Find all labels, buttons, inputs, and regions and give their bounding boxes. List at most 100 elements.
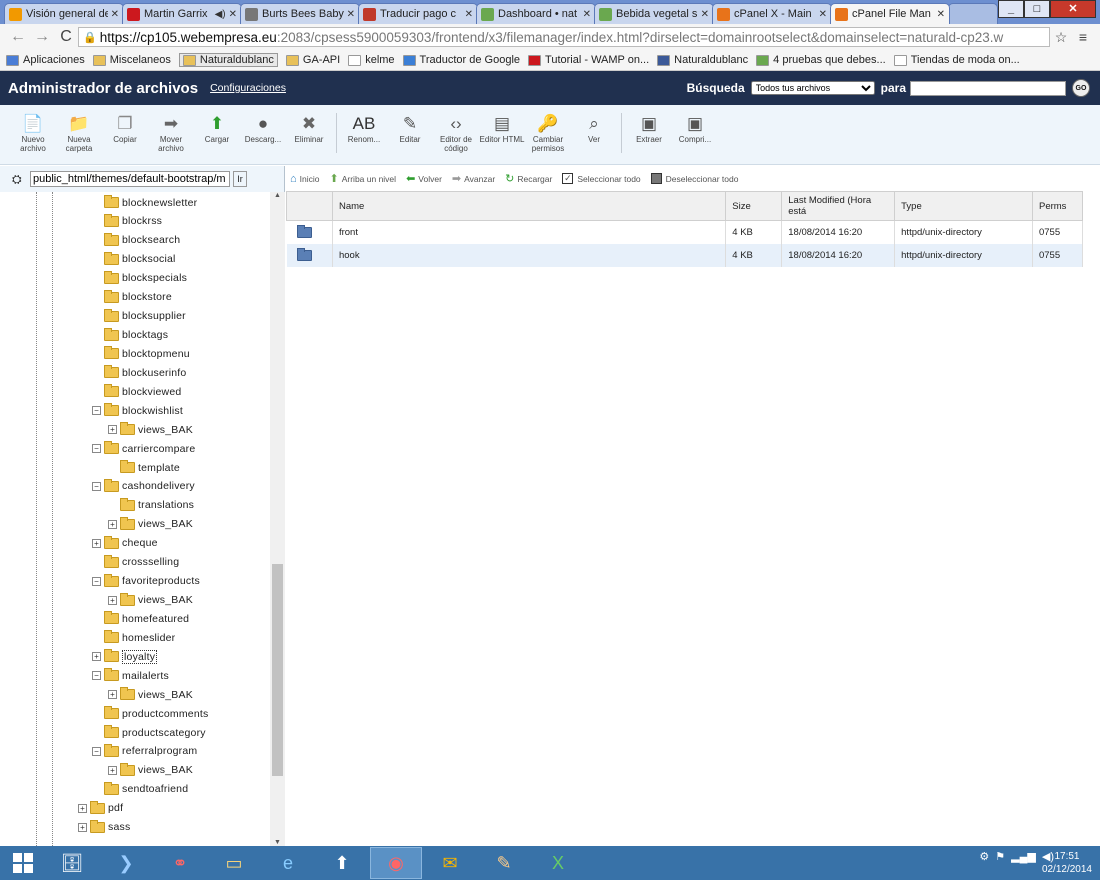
bookmark-item[interactable]: Tutorial - WAMP on... xyxy=(528,54,649,66)
upload-button[interactable]: ⬆ Cargar xyxy=(194,113,240,145)
url-field[interactable]: 🔒 https://cp105.webempresa.eu :2083/cpse… xyxy=(78,27,1050,47)
minimize-button[interactable]: _ xyxy=(998,0,1024,18)
tree-folder-item[interactable]: crossselling xyxy=(92,553,179,572)
recargar-button[interactable]: ↻ Recargar xyxy=(505,172,552,185)
tree-folder-item[interactable]: − favoriteproducts xyxy=(92,572,200,591)
app-taskbar-icon[interactable]: ⚭ xyxy=(154,847,206,879)
bookmark-item[interactable]: Miscelaneos xyxy=(92,54,171,66)
view-button[interactable]: ⌕ Ver xyxy=(571,113,617,145)
star-icon[interactable]: ☆ xyxy=(1050,29,1072,46)
tree-folder-item[interactable]: template xyxy=(108,458,180,477)
maximize-button[interactable]: □ xyxy=(1024,0,1050,18)
tree-folder-item[interactable]: homefeatured xyxy=(92,609,189,628)
system-clock[interactable]: 17:51 02/12/2014 xyxy=(1042,850,1092,876)
back-icon[interactable]: ← xyxy=(6,28,30,46)
close-tab-icon[interactable]: ✕ xyxy=(111,9,119,20)
extract-button[interactable]: ▣ Extraer xyxy=(626,113,672,145)
table-row[interactable]: front 4 KB 18/08/2014 16:20 httpd/unix-dire… xyxy=(286,220,1084,244)
tree-folder-item[interactable]: blockrss xyxy=(92,212,162,231)
audio-icon[interactable]: ◀) xyxy=(215,9,226,20)
bookmark-item[interactable]: GA-API xyxy=(285,54,340,66)
tree-folder-item[interactable]: blocksocial xyxy=(92,250,176,269)
internet-explorer-taskbar-icon[interactable]: e xyxy=(262,847,314,879)
tree-scrollbar[interactable]: ▲ ▼ xyxy=(270,192,285,846)
column-header[interactable]: Size xyxy=(725,191,783,221)
file-explorer-taskbar-icon[interactable]: 🗄 xyxy=(46,847,98,879)
chrome-taskbar-icon[interactable]: ◉ xyxy=(370,847,422,879)
edit-button[interactable]: ✎ Editar xyxy=(387,113,433,145)
arriba-un-nivel-button[interactable]: ⬆ Arriba un nivel xyxy=(330,172,397,185)
column-header[interactable]: Last Modified (Hora está xyxy=(781,191,896,221)
rocket-taskbar-icon[interactable]: ⬆ xyxy=(316,847,368,879)
deselect-all-button[interactable]: Deseleccionar todo xyxy=(650,173,738,184)
scroll-down-icon[interactable]: ▼ xyxy=(270,839,285,846)
tree-folder-item[interactable]: + pdf xyxy=(78,799,123,818)
tree-folder-item[interactable]: + views_BAK xyxy=(108,761,193,780)
close-tab-icon[interactable]: ✕ xyxy=(347,9,355,20)
bookmark-item[interactable]: 4 pruebas que debes... xyxy=(756,54,886,66)
scroll-up-icon[interactable]: ▲ xyxy=(270,192,285,199)
search-scope-select[interactable]: Todos tus archivos xyxy=(750,81,875,95)
volver-button[interactable]: ⬅ Volver xyxy=(406,172,442,185)
flag-icon[interactable]: ⚑ xyxy=(995,850,1005,863)
tree-folder-item[interactable]: − blockwishlist xyxy=(92,401,183,420)
tree-folder-item[interactable]: blocksearch xyxy=(92,231,180,250)
expand-icon[interactable]: + xyxy=(92,538,101,548)
expand-icon[interactable]: + xyxy=(108,765,117,775)
collapse-icon[interactable]: − xyxy=(92,444,101,454)
select-all-button[interactable]: ✓ Seleccionar todo xyxy=(562,173,641,184)
tree-folder-item[interactable]: + views_BAK xyxy=(108,515,193,534)
expand-icon[interactable]: + xyxy=(108,690,117,700)
tree-folder-item[interactable]: blockstore xyxy=(92,288,172,307)
folder-taskbar-icon[interactable]: ▭ xyxy=(208,847,260,879)
bookmark-item[interactable]: Aplicaciones xyxy=(6,54,85,66)
copy-button[interactable]: ❐ Copiar xyxy=(102,113,148,145)
column-header[interactable]: Perms xyxy=(1031,191,1084,221)
browser-tab[interactable]: Bebida vegetal s ✕ xyxy=(594,3,714,24)
tree-folder-item[interactable]: + cheque xyxy=(92,534,158,553)
tree-folder-item[interactable]: + views_BAK xyxy=(108,685,193,704)
network-icon[interactable]: ▂▄▆ xyxy=(1011,850,1036,863)
paint-taskbar-icon[interactable]: ✎ xyxy=(478,847,530,879)
new-file-button[interactable]: 📄 Nuevo archivo xyxy=(10,113,56,154)
reload-icon[interactable]: C xyxy=(54,28,78,46)
permissions-button[interactable]: 🔑 Cambiar permisos xyxy=(525,113,571,154)
tree-folder-item[interactable]: blocktags xyxy=(92,326,168,345)
close-tab-icon[interactable]: ✕ xyxy=(583,9,591,20)
delete-button[interactable]: ✖ Eliminar xyxy=(286,113,332,145)
tree-folder-item[interactable]: + views_BAK xyxy=(108,591,193,610)
avanzar-button[interactable]: ➡ Avanzar xyxy=(452,172,495,185)
browser-tab[interactable]: Dashboard • nat ✕ xyxy=(476,3,596,24)
html-editor-button[interactable]: ▤ Editor HTML xyxy=(479,113,525,145)
tree-folder-item[interactable]: blocktopmenu xyxy=(92,344,190,363)
tree-folder-item[interactable]: blocksupplier xyxy=(92,307,186,326)
bookmark-item[interactable]: Naturaldublanc xyxy=(657,54,748,66)
tree-folder-item[interactable]: sendtoafriend xyxy=(92,780,188,799)
scrollbar-thumb[interactable] xyxy=(272,564,283,776)
tray-app-icon[interactable]: ⚙ xyxy=(979,850,989,863)
column-header[interactable] xyxy=(286,191,333,221)
tree-folder-item[interactable]: translations xyxy=(108,496,194,515)
browser-tab[interactable]: Burts Bees Baby ✕ xyxy=(240,3,360,24)
expand-icon[interactable]: + xyxy=(108,425,117,435)
tree-folder-item[interactable]: − mailalerts xyxy=(92,666,169,685)
table-row[interactable]: hook 4 KB 18/08/2014 16:20 httpd/unix-direc… xyxy=(286,243,1084,267)
close-tab-icon[interactable]: ✕ xyxy=(229,9,237,20)
inicio-button[interactable]: ⌂ Inicio xyxy=(290,173,320,185)
tree-folder-item[interactable]: blockviewed xyxy=(92,382,181,401)
browser-tab[interactable]: Martin Garrix ◀) ✕ xyxy=(122,3,242,24)
tree-folder-item[interactable]: productcomments xyxy=(92,704,208,723)
tree-folder-item[interactable]: blockspecials xyxy=(92,269,187,288)
go-path-button[interactable]: Ir xyxy=(233,171,247,187)
excel-taskbar-icon[interactable]: X xyxy=(532,847,584,879)
menu-icon[interactable]: ≡ xyxy=(1072,29,1094,45)
rename-button[interactable]: AB Renom... xyxy=(341,113,387,145)
close-tab-icon[interactable]: ✕ xyxy=(937,9,945,20)
column-header[interactable]: Type xyxy=(894,191,1033,221)
expand-icon[interactable]: + xyxy=(108,519,117,529)
browser-tab[interactable]: Visión general de ✕ xyxy=(4,3,124,24)
code-editor-button[interactable]: ‹› Editor de código xyxy=(433,113,479,154)
collapse-icon[interactable]: − xyxy=(92,406,101,416)
download-button[interactable]: ● Descarg... xyxy=(240,113,286,145)
path-input[interactable] xyxy=(30,171,230,187)
